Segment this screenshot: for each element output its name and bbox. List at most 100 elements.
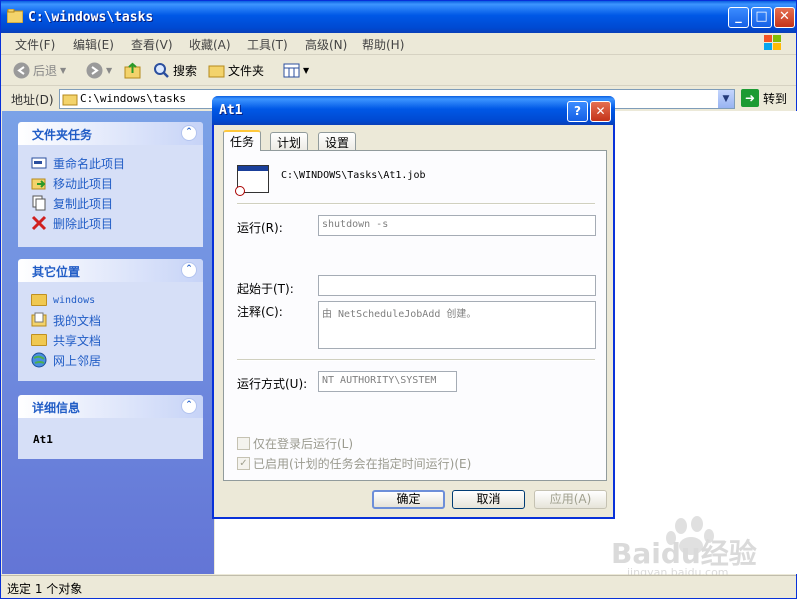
start-in-input[interactable] [318, 275, 596, 296]
details-header[interactable]: 详细信息 ⌃ [18, 395, 203, 418]
place-my-documents-link[interactable]: 我的文档 [18, 310, 203, 330]
ok-button[interactable]: 确定 [372, 490, 445, 509]
link-label: 复制此项目 [53, 196, 114, 211]
checkbox-label: 已启用(计划的任务会在指定时间运行)(E) [253, 457, 472, 471]
tab-settings[interactable]: 设置 [318, 132, 357, 150]
scheduled-task-icon [235, 165, 269, 196]
tab-task[interactable]: 任务 [223, 130, 262, 151]
run-only-logged-on-checkbox[interactable]: 仅在登录后运行(L) [237, 435, 353, 452]
divider [237, 359, 595, 361]
menu-help[interactable]: 帮助(H) [362, 36, 404, 53]
run-input[interactable]: shutdown -s [318, 215, 596, 236]
copy-item-link[interactable]: 复制此项目 [18, 193, 203, 213]
menu-file[interactable]: 文件(F) [15, 36, 55, 53]
status-text: 选定 1 个对象 [7, 582, 83, 596]
status-bar: 选定 1 个对象 [1, 575, 796, 598]
enabled-checkbox[interactable]: ✓ 已启用(计划的任务会在指定时间运行)(E) [237, 455, 471, 472]
minimize-button[interactable]: _ [728, 7, 749, 28]
details-panel: 详细信息 ⌃ At1 [18, 395, 203, 459]
tab-schedule[interactable]: 计划 [270, 132, 309, 150]
rename-item-link[interactable]: 重命名此项目 [18, 153, 203, 173]
back-arrow-icon [13, 62, 30, 79]
forward-arrow-icon [86, 62, 103, 79]
folder-icon [62, 91, 78, 110]
run-as-label: 运行方式(U): [237, 377, 308, 391]
link-label: windows [53, 294, 96, 306]
details-name: At1 [33, 433, 53, 446]
comment-label: 注释(C): [237, 305, 283, 319]
move-icon [31, 175, 47, 191]
menu-view[interactable]: 查看(V) [131, 36, 173, 53]
chevron-down-icon: ▼ [60, 66, 67, 75]
collapse-icon[interactable]: ⌃ [181, 262, 197, 278]
place-shared-documents-link[interactable]: 共享文档 [18, 330, 203, 350]
go-button[interactable]: ➜ 转到 [741, 89, 787, 107]
close-button[interactable]: ✕ [774, 7, 795, 28]
folder-icon [208, 62, 225, 79]
job-path: C:\WINDOWS\Tasks\At1.job [281, 170, 426, 181]
network-globe-icon [31, 352, 47, 368]
folder-icon [31, 334, 47, 346]
up-folder-button[interactable] [124, 62, 141, 79]
start-in-label: 起始于(T): [237, 282, 294, 296]
link-label: 共享文档 [53, 333, 102, 348]
forward-button[interactable]: ▼ [86, 62, 112, 79]
cancel-button[interactable]: 取消 [452, 490, 525, 509]
link-label: 我的文档 [53, 313, 102, 328]
address-dropdown-icon[interactable]: ▼ [718, 90, 734, 108]
window-title: C:\windows\tasks [28, 10, 154, 25]
move-item-link[interactable]: 移动此项目 [18, 173, 203, 193]
toolbar: 后退 ▼ ▼ 搜索 文件夹 ▼ [1, 56, 796, 86]
folder-tasks-header[interactable]: 文件夹任务 ⌃ [18, 122, 203, 145]
chevron-down-icon: ▼ [303, 66, 310, 75]
check-mark-icon: ✓ [237, 457, 250, 470]
baidu-watermark: Baidu经验 jingyan.baidu.com [611, 516, 771, 579]
place-windows-link[interactable]: windows [18, 290, 203, 310]
panel-title: 其它位置 [32, 265, 81, 279]
delete-item-link[interactable]: 删除此项目 [18, 213, 203, 233]
divider [237, 203, 595, 205]
panel-title: 详细信息 [32, 401, 81, 415]
other-places-panel: 其它位置 ⌃ windows 我的文档 共享文档 网上邻居 [18, 259, 203, 381]
panel-title: 文件夹任务 [32, 128, 93, 142]
menu-favorites[interactable]: 收藏(A) [189, 36, 231, 53]
my-documents-icon [31, 312, 47, 328]
search-button[interactable]: 搜索 [153, 62, 197, 79]
checkbox-box [237, 437, 250, 450]
back-button[interactable]: 后退 ▼ [13, 62, 66, 79]
link-label: 重命名此项目 [53, 156, 126, 171]
windows-logo-icon [762, 33, 784, 53]
maximize-button[interactable]: □ [751, 7, 772, 28]
collapse-icon[interactable]: ⌃ [181, 398, 197, 414]
run-as-input[interactable]: NT AUTHORITY\SYSTEM [318, 371, 457, 392]
folder-icon [6, 8, 24, 24]
dialog-title: At1 [219, 103, 243, 118]
menu-tools[interactable]: 工具(T) [247, 36, 288, 53]
run-label: 运行(R): [237, 221, 283, 235]
folders-label: 文件夹 [228, 64, 265, 78]
place-network-link[interactable]: 网上邻居 [18, 350, 203, 370]
apply-button[interactable]: 应用(A) [534, 490, 607, 509]
other-places-header[interactable]: 其它位置 ⌃ [18, 259, 203, 282]
search-icon [153, 62, 170, 79]
link-label: 网上邻居 [53, 353, 102, 368]
collapse-icon[interactable]: ⌃ [181, 125, 197, 141]
comment-textarea[interactable]: 由 NetScheduleJobAdd 创建。 [318, 301, 596, 349]
address-label: 地址(D) [11, 93, 54, 107]
dialog-close-button[interactable]: ✕ [590, 101, 611, 122]
task-tab-panel: C:\WINDOWS\Tasks\At1.job 运行(R): shutdown… [223, 150, 607, 481]
delete-x-icon [31, 215, 47, 231]
folders-button[interactable]: 文件夹 [208, 62, 264, 79]
task-pane: 文件夹任务 ⌃ 重命名此项目 移动此项目 复制此项目 删除此项目 其它位置 ⌃ … [2, 111, 214, 574]
views-grid-icon [283, 62, 300, 79]
chevron-down-icon: ▼ [106, 66, 113, 75]
help-button[interactable]: ? [567, 101, 588, 122]
menu-advanced[interactable]: 高级(N) [305, 36, 347, 53]
menu-edit[interactable]: 编辑(E) [73, 36, 114, 53]
back-label: 后退 [33, 64, 58, 78]
title-bar[interactable]: C:\windows\tasks _ □ ✕ [1, 1, 796, 33]
search-label: 搜索 [173, 64, 198, 78]
views-button[interactable]: ▼ [283, 62, 309, 79]
copy-icon [31, 195, 47, 211]
dialog-title-bar[interactable]: At1 ? ✕ [212, 96, 615, 125]
